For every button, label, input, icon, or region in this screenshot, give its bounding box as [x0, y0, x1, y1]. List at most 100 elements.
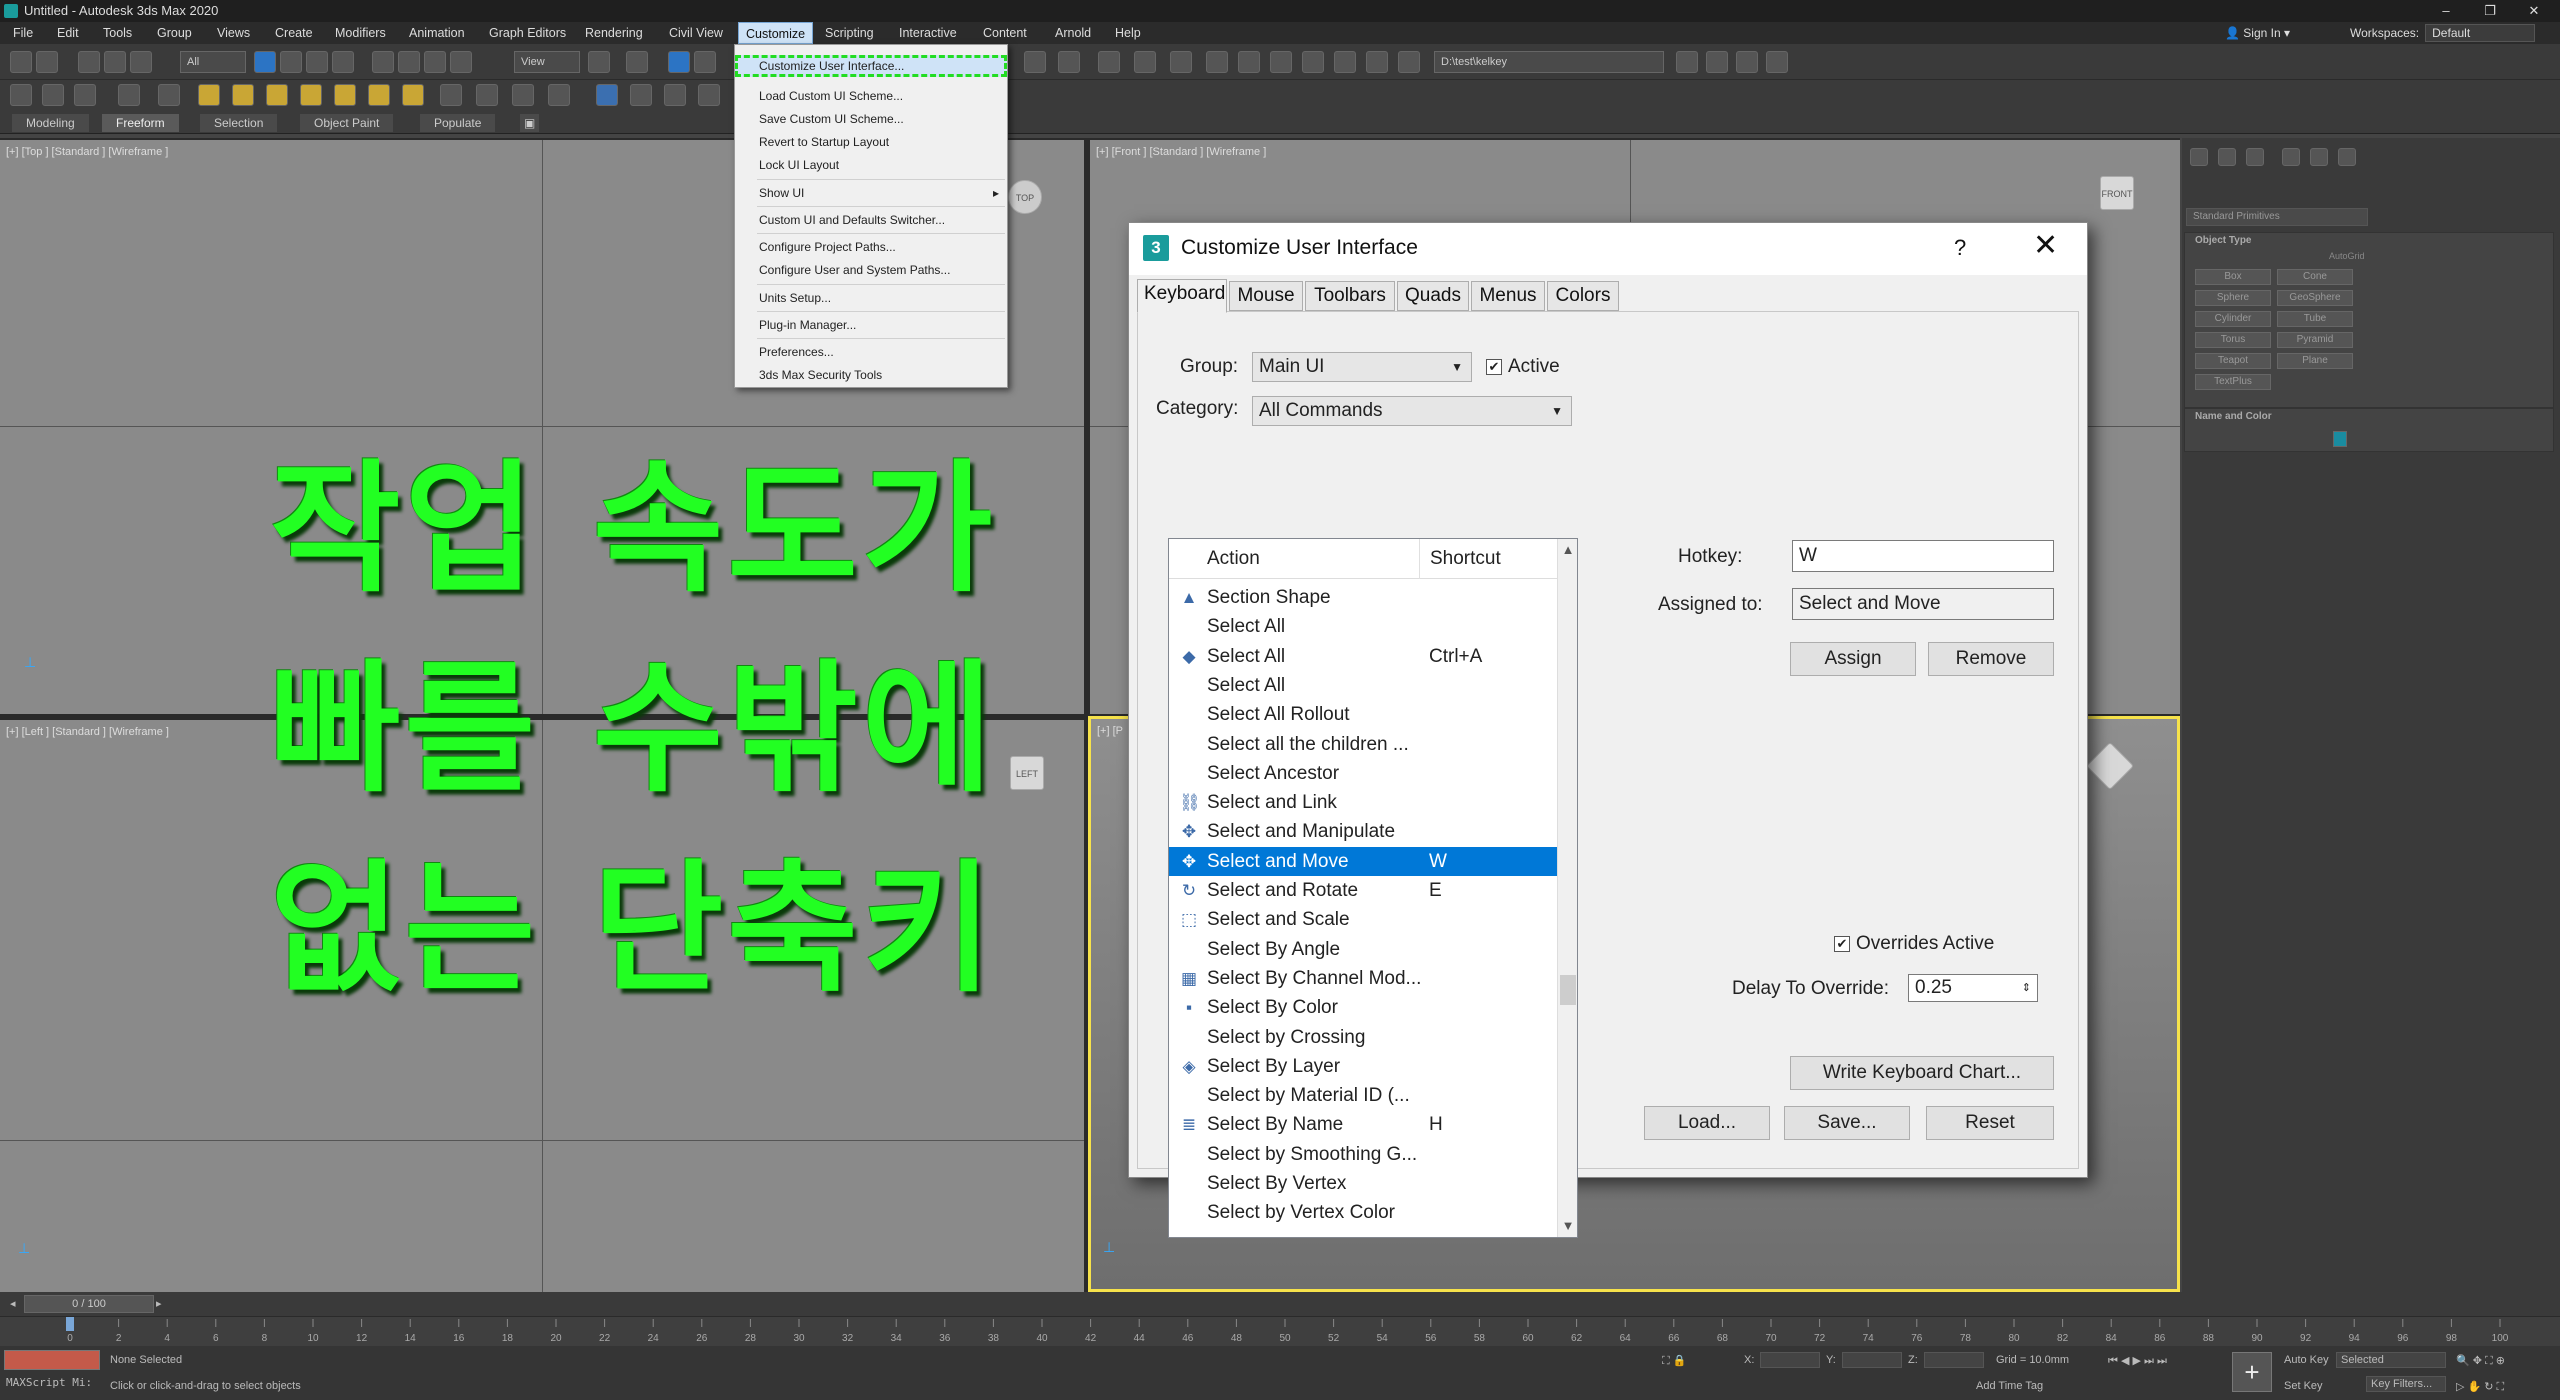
playback-controls-icon[interactable]: ⏮ ◀ ▶ ⏭ ⏭ — [2108, 1354, 2167, 1368]
geosphere-primitive-icon[interactable] — [368, 84, 390, 106]
table-row[interactable]: Select by Material ID (... — [1169, 1081, 1559, 1110]
viewcube-top[interactable]: TOP — [1008, 180, 1042, 214]
sign-in-link[interactable]: 👤 Sign In ▾ — [2225, 22, 2290, 44]
minimize-button[interactable]: – — [2424, 0, 2468, 22]
viewport-persp-label[interactable]: [+] [P — [1097, 725, 1123, 737]
ribbon-tab-populate[interactable]: Populate — [420, 114, 496, 132]
render-pass-icon[interactable] — [158, 84, 180, 106]
menu-modifiers[interactable]: Modifiers — [328, 22, 393, 44]
next-frame-icon[interactable]: ▸ — [156, 1297, 162, 1310]
viewport-nav-icon[interactable]: 🔍 ✥ ⛶ ⊕ — [2456, 1354, 2505, 1368]
move-icon[interactable] — [372, 51, 394, 73]
table-row[interactable]: Select by Crossing — [1169, 1023, 1559, 1052]
tube-primitive-icon[interactable] — [402, 84, 424, 106]
menu-tools[interactable]: Tools — [96, 22, 139, 44]
viewcube-perspective[interactable] — [2085, 741, 2135, 791]
system-icon[interactable] — [512, 84, 534, 106]
menu-scripting[interactable]: Scripting — [818, 22, 881, 44]
table-row[interactable]: Select All — [1169, 671, 1559, 700]
utilities-tab-icon[interactable] — [2338, 148, 2356, 166]
table-row[interactable]: Select By Angle — [1169, 935, 1559, 964]
undo-icon[interactable] — [10, 51, 32, 73]
viewport-top-label[interactable]: [+] [Top ] [Standard ] [Wireframe ] — [6, 146, 168, 158]
hierarchy-tab-icon[interactable] — [2246, 148, 2264, 166]
menu-group[interactable]: Group — [150, 22, 199, 44]
tab-menus[interactable]: Menus — [1471, 281, 1545, 311]
rendered-frame-icon[interactable] — [1302, 51, 1324, 73]
keyboard-override-icon[interactable] — [668, 51, 690, 73]
sphere-primitive-icon[interactable] — [266, 84, 288, 106]
layer-explorer-icon[interactable] — [1098, 51, 1120, 73]
toggle-ribbon-icon[interactable] — [1134, 51, 1156, 73]
dialog-close-button[interactable]: ✕ — [2033, 229, 2058, 263]
rect-selection-icon[interactable] — [306, 51, 328, 73]
reset-button[interactable]: Reset — [1926, 1106, 2054, 1140]
redo-icon[interactable] — [36, 51, 58, 73]
camera-icon[interactable] — [74, 84, 96, 106]
table-row[interactable]: Select All Rollout — [1169, 700, 1559, 729]
table-row[interactable]: Select all the children ... — [1169, 730, 1559, 759]
menu-content[interactable]: Content — [976, 22, 1034, 44]
menu-item-show-ui[interactable]: Show UI ▸ — [735, 182, 1007, 204]
link-icon[interactable] — [78, 51, 100, 73]
set-project-icon[interactable] — [1706, 51, 1728, 73]
menu-item-units-setup[interactable]: Units Setup... — [735, 287, 1007, 309]
write-keyboard-chart-button[interactable]: Write Keyboard Chart... — [1790, 1056, 2054, 1090]
time-slider[interactable]: ◂ 0 / 100 ▸ — [0, 1292, 2560, 1316]
ribbon-tab-object-paint[interactable]: Object Paint — [300, 114, 394, 132]
snaps-toggle-icon[interactable] — [694, 51, 716, 73]
key-filters-button[interactable]: Key Filters... — [2366, 1376, 2446, 1392]
x-coord-field[interactable] — [1760, 1352, 1820, 1368]
frame-counter[interactable]: 0 / 100 — [24, 1295, 154, 1313]
viewport-front-label[interactable]: [+] [Front ] [Standard ] [Wireframe ] — [1096, 146, 1266, 158]
prev-frame-icon[interactable]: ◂ — [10, 1297, 16, 1310]
key-mode-dropdown[interactable]: Selected — [2336, 1352, 2446, 1368]
cloud-icon[interactable] — [42, 84, 64, 106]
window-crossing-icon[interactable] — [332, 51, 354, 73]
menu-item-customize-ui[interactable]: Customize User Interface... — [735, 55, 1007, 77]
grid-icon[interactable] — [630, 84, 652, 106]
tab-quads[interactable]: Quads — [1397, 281, 1469, 311]
assign-button[interactable]: Assign — [1790, 642, 1916, 676]
shape-icon[interactable] — [10, 84, 32, 106]
table-row[interactable]: Select by Smoothing G... — [1169, 1140, 1559, 1169]
object-color-swatch[interactable] — [2333, 431, 2347, 447]
scroll-up-icon[interactable]: ▲ — [1558, 539, 1578, 561]
menu-rendering[interactable]: Rendering — [578, 22, 650, 44]
table-row[interactable]: ▪ Select By Color — [1169, 993, 1559, 1022]
box-button[interactable]: Box — [2195, 269, 2271, 285]
cone-button[interactable]: Cone — [2277, 269, 2353, 285]
spinner-arrows-icon[interactable]: ⇕ — [2022, 975, 2031, 1001]
geosphere-button[interactable]: GeoSphere — [2277, 290, 2353, 306]
create-tab-icon[interactable] — [2190, 148, 2208, 166]
cylinder-button[interactable]: Cylinder — [2195, 311, 2271, 327]
ribbon-tab-modeling[interactable]: Modeling — [12, 114, 89, 132]
track-bar[interactable]: 0 2 4 6 8 10 12 14 16 18 20 22 24 26 28 30 32 34 36 38 40 42 4… — [0, 1316, 2560, 1346]
project-browse-icon[interactable] — [1736, 51, 1758, 73]
scroll-down-icon[interactable]: ▼ — [1558, 1215, 1578, 1237]
menu-item-project-paths[interactable]: Configure Project Paths... — [735, 236, 1007, 258]
globe-icon[interactable] — [596, 84, 618, 106]
menu-customize[interactable]: Customize — [738, 22, 814, 44]
delay-override-spinner[interactable]: 0.25 ⇕ — [1908, 974, 2038, 1002]
orbit-nav-icon[interactable]: ▷ ✋ ↻ ⛶ — [2456, 1380, 2504, 1394]
select-object-icon[interactable] — [254, 51, 276, 73]
tab-keyboard[interactable]: Keyboard — [1137, 279, 1227, 313]
menu-item-plugin-manager[interactable]: Plug-in Manager... — [735, 314, 1007, 336]
menu-interactive[interactable]: Interactive — [892, 22, 964, 44]
ref-coord-dropdown[interactable]: View — [514, 51, 580, 73]
name-color-header[interactable]: Name and Color — [2195, 411, 2272, 422]
action-list[interactable]: Action Shortcut ▲ Section Shape Select All… — [1168, 538, 1578, 1238]
table-row[interactable]: ✥ Select and Manipulate — [1169, 817, 1559, 846]
add-time-tag[interactable]: Add Time Tag — [1976, 1380, 2043, 1392]
place-icon[interactable] — [450, 51, 472, 73]
menu-item-revert-layout[interactable]: Revert to Startup Layout — [735, 131, 1007, 153]
motion-tab-icon[interactable] — [2282, 148, 2300, 166]
hotkey-input[interactable]: W — [1792, 540, 2054, 572]
primitives-dropdown[interactable]: Standard Primitives — [2186, 208, 2368, 226]
select-manipulate-icon[interactable] — [626, 51, 648, 73]
cone-primitive-icon[interactable] — [334, 84, 356, 106]
y-coord-field[interactable] — [1842, 1352, 1902, 1368]
workspaces-value[interactable]: Default — [2425, 24, 2536, 42]
active-checkbox[interactable]: ✔ — [1486, 359, 1502, 375]
